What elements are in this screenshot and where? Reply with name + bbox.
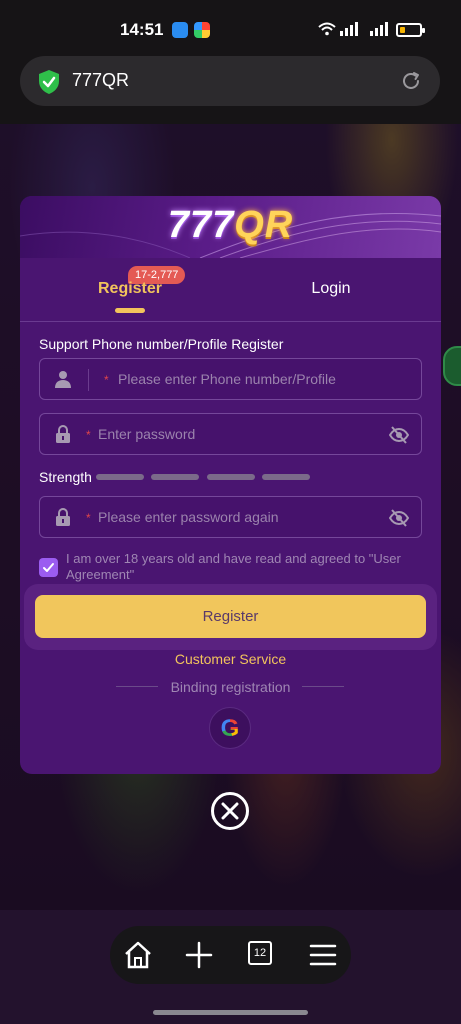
url-text: 777QR — [72, 70, 130, 90]
google-icon: G — [210, 715, 250, 743]
phone-field-container: * — [39, 358, 422, 400]
browser-toolbar: 777QR — [0, 52, 461, 124]
required-asterisk: * — [86, 511, 91, 525]
lock-icon — [56, 508, 70, 526]
required-asterisk: * — [104, 373, 109, 387]
password-input[interactable] — [98, 414, 388, 454]
logo-number: 777 — [167, 204, 235, 246]
binding-registration-label: Binding registration — [170, 679, 291, 695]
divider-line — [302, 686, 344, 687]
navigation-pill: 12 — [110, 926, 351, 984]
customer-service-link[interactable]: Customer Service — [20, 651, 441, 667]
auth-tabs: 17-2,777 Register Login — [20, 258, 441, 322]
status-bar: 14:51 — [0, 0, 461, 52]
app-notification-icon — [172, 22, 188, 38]
strength-bar-3 — [207, 474, 255, 480]
lock-icon — [56, 425, 70, 443]
strength-label: Strength — [39, 469, 92, 485]
photos-notification-icon — [194, 22, 210, 38]
shield-check-icon — [39, 70, 59, 94]
browser-bottom-bar: 12 — [0, 910, 461, 1024]
register-button[interactable]: Register — [35, 595, 426, 638]
phone-input[interactable] — [118, 359, 408, 399]
brand-logo: 777QR — [20, 204, 441, 247]
tab-login[interactable]: Login — [281, 280, 381, 298]
gesture-home-indicator[interactable] — [153, 1010, 308, 1015]
signal-icon-2 — [370, 22, 390, 39]
eye-off-icon[interactable] — [389, 508, 409, 528]
confirm-password-input[interactable] — [98, 497, 388, 537]
active-tab-indicator — [115, 308, 145, 313]
reload-icon[interactable] — [400, 70, 422, 92]
close-icon — [221, 802, 239, 820]
new-tab-icon[interactable] — [184, 940, 214, 970]
strength-bar-2 — [151, 474, 199, 480]
close-modal-button[interactable] — [211, 792, 249, 830]
side-floating-tab[interactable] — [443, 346, 461, 386]
checkmark-icon — [43, 563, 54, 572]
password-field-container: * — [39, 413, 422, 455]
menu-icon[interactable] — [308, 940, 338, 970]
field-divider — [88, 369, 89, 391]
confirm-password-field-container: * — [39, 496, 422, 538]
tab-register[interactable]: Register — [80, 280, 180, 298]
agreement-text: I am over 18 years old and have read and… — [66, 551, 401, 582]
home-icon[interactable] — [123, 940, 153, 970]
eye-off-icon[interactable] — [389, 425, 409, 445]
register-modal: 777QR 17-2,777 Register Login Support Ph… — [20, 196, 441, 774]
battery-icon — [396, 23, 425, 37]
strength-bar-1 — [96, 474, 144, 480]
required-asterisk: * — [86, 428, 91, 442]
status-time: 14:51 — [120, 20, 164, 39]
google-login-button[interactable]: G — [209, 707, 251, 749]
logo-letters: QR — [234, 204, 294, 246]
strength-bar-4 — [262, 474, 310, 480]
address-bar[interactable]: 777QR — [20, 56, 440, 106]
modal-header: 777QR — [20, 196, 441, 258]
agreement-checkbox[interactable] — [39, 558, 58, 577]
user-icon — [55, 371, 71, 388]
wifi-icon — [318, 22, 336, 39]
tabs-count-button[interactable]: 12 — [248, 941, 272, 965]
signal-icon — [340, 22, 362, 39]
section-title: Support Phone number/Profile Register — [39, 336, 284, 352]
